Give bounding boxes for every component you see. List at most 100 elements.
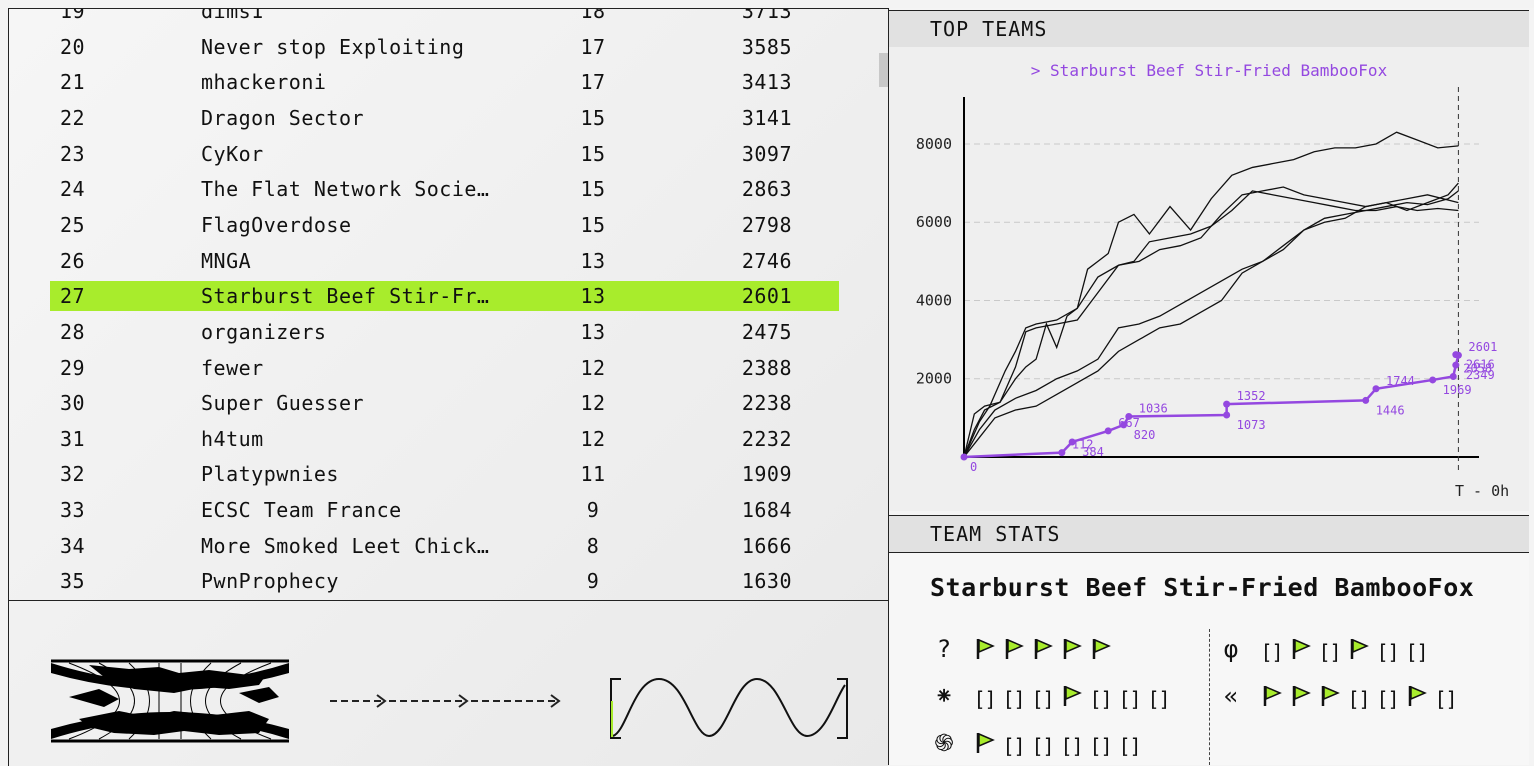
solves-cell: 17 xyxy=(580,34,606,59)
challenge-unsolved-icon[interactable]: [] xyxy=(1115,731,1144,759)
score-cell: 3713 xyxy=(741,9,792,23)
challenge-unsolved-icon[interactable]: [] xyxy=(1028,731,1057,759)
challenge-unsolved-icon[interactable]: [] xyxy=(1315,637,1344,665)
table-row[interactable]: 30 Super Guesser 12 2238 xyxy=(50,388,839,418)
team-cell: FlagOverdose xyxy=(201,212,352,237)
solves-cell: 15 xyxy=(580,212,606,237)
flag-solved-icon[interactable] xyxy=(1086,637,1115,665)
right-panel: TOP TEAMS > Starburst Beef Stir-Fried Ba… xyxy=(888,8,1534,765)
table-row[interactable]: 34 More Smoked Leet Chick… 8 1666 xyxy=(50,531,839,561)
scoreboard-table[interactable]: 19 dims1 18 3713 20 Never stop Exploiting 17 35… xyxy=(9,9,877,600)
spiral-icon: ֍ xyxy=(934,729,954,757)
score-cell: 1630 xyxy=(741,569,792,594)
table-row[interactable]: 31 h4tum 12 2232 xyxy=(50,424,839,454)
flag-solved-icon[interactable] xyxy=(999,637,1028,665)
table-row[interactable]: 22 Dragon Sector 15 3141 xyxy=(50,103,839,133)
data-label: 1969 xyxy=(1443,383,1472,397)
y-tick-label: 4000 xyxy=(916,291,952,309)
rank-cell: 21 xyxy=(60,70,86,95)
rank-cell: 24 xyxy=(60,177,86,202)
table-row[interactable]: 25 FlagOverdose 15 2798 xyxy=(50,210,839,240)
table-row[interactable]: 24 The Flat Network Socie… 15 2863 xyxy=(50,174,839,204)
score-chart[interactable]: 2000400060008000011238466782010361073135… xyxy=(889,47,1529,511)
challenge-unsolved-icon[interactable]: [] xyxy=(1028,684,1057,712)
table-row[interactable]: 29 fewer 12 2388 xyxy=(50,353,839,383)
score-cell: 1666 xyxy=(741,533,792,558)
challenge-unsolved-icon[interactable]: [] xyxy=(1115,684,1144,712)
table-row[interactable]: 32 Platypwnies 11 1909 xyxy=(50,459,839,489)
challenge-unsolved-icon[interactable]: [] xyxy=(1402,637,1431,665)
flag-solved-icon[interactable] xyxy=(970,637,999,665)
flag-solved-icon[interactable] xyxy=(1057,684,1086,712)
score-cell: 2798 xyxy=(741,212,792,237)
score-point xyxy=(1449,372,1457,380)
team-cell: MNGA xyxy=(201,248,252,273)
challenge-unsolved-icon[interactable]: [] xyxy=(1344,684,1373,712)
table-row[interactable]: 23 CyKor 15 3097 xyxy=(50,139,839,169)
category-row: ֍[][][][][] xyxy=(930,727,1144,759)
category-row: ? xyxy=(930,633,1115,665)
challenge-unsolved-icon[interactable]: [] xyxy=(1144,684,1173,712)
team-cell: Dragon Sector xyxy=(201,105,365,130)
table-row[interactable]: 33 ECSC Team France 9 1684 xyxy=(50,495,839,525)
top-teams-header: TOP TEAMS xyxy=(889,10,1529,48)
rank-cell: 22 xyxy=(60,105,86,130)
challenge-unsolved-icon[interactable]: [] xyxy=(1086,731,1115,759)
flag-solved-icon[interactable] xyxy=(1286,637,1315,665)
score-point xyxy=(960,453,968,461)
solves-cell: 9 xyxy=(586,498,600,523)
team-cell: mhackeroni xyxy=(201,70,327,95)
challenge-unsolved-icon[interactable]: [] xyxy=(1373,684,1402,712)
team-cell: CyKor xyxy=(201,141,264,166)
y-tick-label: 6000 xyxy=(916,213,952,231)
score-point xyxy=(1125,412,1133,420)
flag-solved-icon[interactable] xyxy=(1402,684,1431,712)
flag-solved-icon[interactable] xyxy=(1344,637,1373,665)
flag-solved-icon[interactable] xyxy=(1028,637,1057,665)
illustration-strip xyxy=(9,601,889,766)
flag-solved-icon[interactable] xyxy=(1257,684,1286,712)
rank-cell: 25 xyxy=(60,212,86,237)
flag-solved-icon[interactable] xyxy=(970,731,999,759)
team-cell: Super Guesser xyxy=(201,391,365,416)
score-cell: 2863 xyxy=(741,177,792,202)
flag-solved-icon[interactable] xyxy=(1315,684,1344,712)
challenge-unsolved-icon[interactable]: [] xyxy=(999,684,1028,712)
score-point xyxy=(1452,361,1460,369)
rank-cell: 33 xyxy=(60,498,86,523)
table-row[interactable]: 26 MNGA 13 2746 xyxy=(50,246,839,276)
challenge-unsolved-icon[interactable]: [] xyxy=(1086,684,1115,712)
challenge-unsolved-icon[interactable]: [] xyxy=(1057,731,1086,759)
solves-cell: 17 xyxy=(580,70,606,95)
score-cell: 2388 xyxy=(741,355,792,380)
data-label: 2616 xyxy=(1466,358,1495,372)
y-tick-label: 8000 xyxy=(916,135,952,153)
team-cell: PwnProphecy xyxy=(201,569,339,594)
column-divider xyxy=(1209,629,1210,765)
sine-wave-icon xyxy=(610,677,848,739)
challenge-unsolved-icon[interactable]: [] xyxy=(1431,684,1460,712)
score-cell: 3413 xyxy=(741,70,792,95)
table-row-selected[interactable]: 27 Starburst Beef Stir-Fr… 13 2601 xyxy=(50,281,839,312)
flag-solved-icon[interactable] xyxy=(1286,684,1315,712)
flag-solved-icon[interactable] xyxy=(1057,637,1086,665)
score-cell: 3141 xyxy=(741,105,792,130)
table-row[interactable]: 20 Never stop Exploiting 17 3585 xyxy=(50,32,839,62)
table-row[interactable]: 35 PwnProphecy 9 1630 xyxy=(50,566,839,596)
score-cell: 2746 xyxy=(741,248,792,273)
team-cell: Starburst Beef Stir-Fr… xyxy=(201,284,490,309)
rank-cell: 35 xyxy=(60,569,86,594)
table-row[interactable]: 28 organizers 13 2475 xyxy=(50,317,839,347)
challenge-unsolved-icon[interactable]: [] xyxy=(1257,637,1286,665)
phi-icon: φ xyxy=(1223,635,1239,663)
challenge-unsolved-icon[interactable]: [] xyxy=(999,731,1028,759)
rewind-icon: « xyxy=(1223,682,1239,710)
challenge-unsolved-icon[interactable]: [] xyxy=(1373,637,1402,665)
challenge-unsolved-icon[interactable]: [] xyxy=(970,684,999,712)
team-cell: fewer xyxy=(201,355,264,380)
team-stats-body: Starburst Beef Stir-Fried BambooFox ? ⁕ []… xyxy=(889,553,1529,765)
table-row[interactable]: 19 dims1 18 3713 xyxy=(50,9,839,26)
rank-cell: 30 xyxy=(60,391,86,416)
table-row[interactable]: 21 mhackeroni 17 3413 xyxy=(50,67,839,97)
solves-cell: 12 xyxy=(580,391,606,416)
